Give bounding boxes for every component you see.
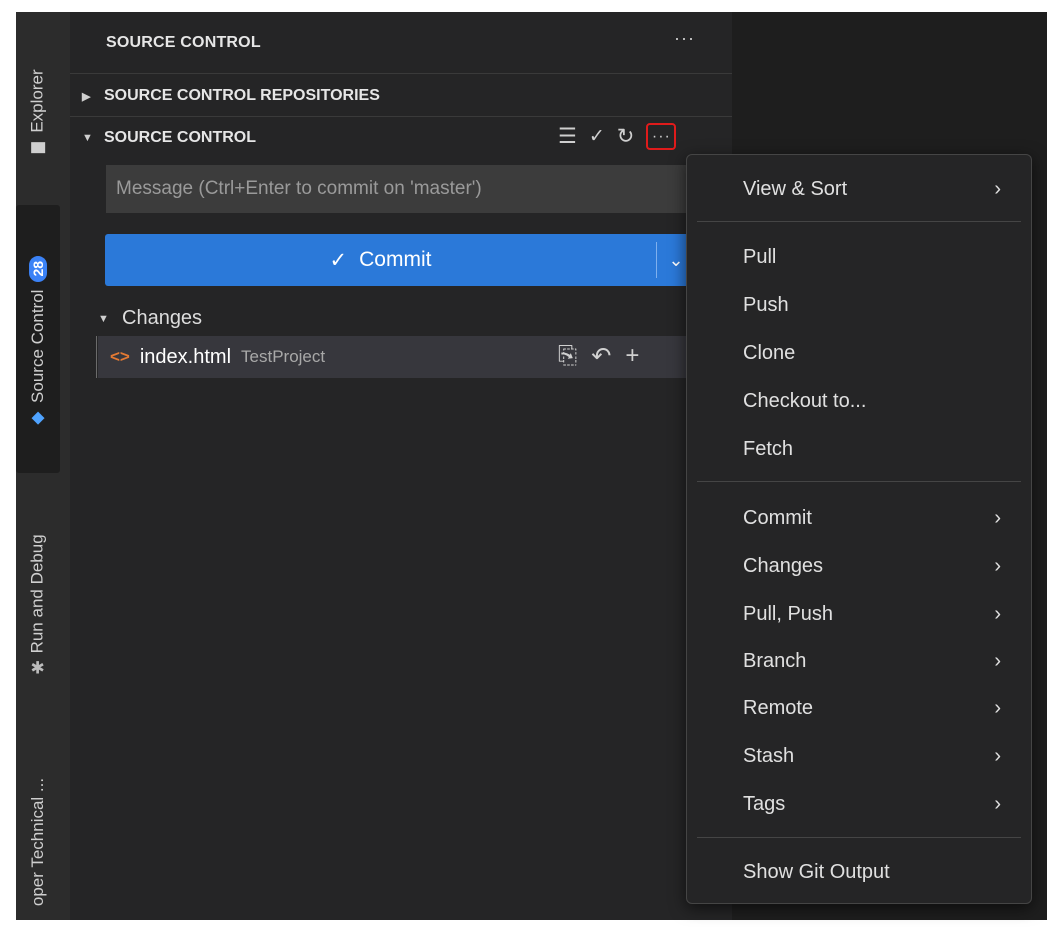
chevron-right-icon: ▶ xyxy=(82,90,91,103)
ellipsis-icon[interactable]: ··· xyxy=(646,123,677,150)
chevron-right-icon: › xyxy=(994,177,1001,200)
chevron-right-icon: › xyxy=(994,696,1001,719)
chevron-right-icon: › xyxy=(994,649,1001,672)
activity-bar: Explorer ◆ Source Control 28 ✱ Run and D… xyxy=(16,12,70,920)
activity-explorer-label: Explorer xyxy=(28,69,47,133)
menu-item-view-sort[interactable]: View & Sort › xyxy=(687,167,1031,211)
html-file-icon: <> xyxy=(110,347,130,366)
more-actions-menu: View & Sort › Pull Push Clone Checkout t… xyxy=(686,154,1032,904)
menu-item-label: Checkout to... xyxy=(743,389,867,412)
activity-explorer[interactable]: Explorer xyxy=(16,52,60,172)
sidebar-title: SOURCE CONTROL xyxy=(106,34,261,51)
menu-item-label: Stash xyxy=(743,744,795,767)
file-path: TestProject xyxy=(241,347,326,366)
check-icon: ✓ xyxy=(329,248,348,272)
source-control-section-label: SOURCE CONTROL xyxy=(104,129,256,146)
file-actions: ⎘ ↶ + xyxy=(558,342,639,371)
menu-item-pull-push[interactable]: Pull, Push › xyxy=(687,592,1031,636)
menu-item-push[interactable]: Push xyxy=(687,283,1031,327)
menu-item-label: Pull xyxy=(743,245,777,268)
menu-item-show-git-output[interactable]: Show Git Output xyxy=(687,850,1031,894)
commit-button-group: ✓ Commit ⌄ xyxy=(105,234,695,286)
menu-item-label: Pull, Push xyxy=(743,602,834,625)
chevron-right-icon: › xyxy=(994,554,1001,577)
source-control-icon: ◆ xyxy=(31,406,45,426)
refresh-icon[interactable]: ↻ xyxy=(617,124,635,149)
menu-item-pull[interactable]: Pull xyxy=(687,235,1031,279)
chevron-down-icon: ▼ xyxy=(98,312,109,325)
menu-item-label: Fetch xyxy=(743,437,794,460)
tree-guide xyxy=(96,336,97,378)
section-toolbar: ☰ ✓ ↻ ··· xyxy=(558,123,677,150)
activity-run-debug[interactable]: ✱ Run and Debug xyxy=(16,497,60,712)
source-control-section-header[interactable]: ▼ SOURCE CONTROL xyxy=(82,129,256,147)
go-to-file-icon[interactable]: ⎘ xyxy=(558,342,577,371)
changes-label: Changes xyxy=(122,307,203,329)
check-icon[interactable]: ✓ xyxy=(589,125,605,148)
bug-icon: ✱ xyxy=(30,658,46,678)
repositories-section-label: SOURCE CONTROL REPOSITORIES xyxy=(104,87,380,104)
source-control-badge: 28 xyxy=(29,255,48,282)
divider xyxy=(70,73,732,74)
commit-button[interactable]: ✓ Commit xyxy=(105,234,656,286)
activity-run-debug-label: Run and Debug xyxy=(28,533,47,653)
menu-item-clone[interactable]: Clone xyxy=(687,331,1031,375)
menu-item-fetch[interactable]: Fetch xyxy=(687,427,1031,471)
menu-item-stash[interactable]: Stash › xyxy=(687,734,1031,778)
menu-separator xyxy=(697,481,1021,482)
commit-message-input[interactable] xyxy=(106,165,696,213)
menu-separator xyxy=(697,837,1021,838)
chevron-right-icon: › xyxy=(994,506,1001,529)
menu-item-label: Show Git Output xyxy=(743,860,890,883)
menu-item-checkout[interactable]: Checkout to... xyxy=(687,379,1031,423)
chevron-right-icon: › xyxy=(994,744,1001,767)
changed-file-row[interactable]: <> index.html TestProject ⎘ ↶ + xyxy=(96,336,688,378)
menu-item-tags[interactable]: Tags › xyxy=(687,782,1031,826)
menu-item-label: Branch xyxy=(743,649,807,672)
menu-separator xyxy=(697,221,1021,222)
menu-item-changes[interactable]: Changes › xyxy=(687,544,1031,588)
menu-item-label: Commit xyxy=(743,506,812,529)
menu-item-commit[interactable]: Commit › xyxy=(687,496,1031,540)
repositories-section-header[interactable]: ▶ SOURCE CONTROL REPOSITORIES xyxy=(82,87,380,105)
plus-icon[interactable]: + xyxy=(625,342,639,371)
commit-button-label: Commit xyxy=(359,248,432,271)
file-name: index.html xyxy=(139,345,232,368)
menu-item-branch[interactable]: Branch › xyxy=(687,639,1031,683)
activity-extension-label: oper Technical ... xyxy=(28,777,47,907)
chevron-right-icon: › xyxy=(994,792,1001,815)
menu-item-label: Clone xyxy=(743,341,796,364)
list-tree-icon[interactable]: ☰ xyxy=(558,124,577,149)
activity-extension-view[interactable]: oper Technical ... xyxy=(16,757,60,927)
divider xyxy=(70,116,732,117)
activity-source-control-label: Source Control xyxy=(28,289,48,403)
menu-item-label: Remote xyxy=(743,696,814,719)
activity-source-control[interactable]: ◆ Source Control 28 xyxy=(16,212,60,467)
menu-item-label: Changes xyxy=(743,554,824,577)
menu-item-label: View & Sort xyxy=(743,177,848,200)
menu-item-label: Tags xyxy=(743,792,786,815)
discard-icon[interactable]: ↶ xyxy=(591,342,611,371)
menu-item-label: Push xyxy=(743,293,789,316)
changes-group-header[interactable]: ▼ Changes xyxy=(98,307,202,330)
chevron-down-icon: ▼ xyxy=(82,132,93,144)
menu-item-remote[interactable]: Remote › xyxy=(687,686,1031,730)
sidebar-more-icon[interactable]: ··· xyxy=(674,28,695,49)
chevron-right-icon: › xyxy=(994,602,1001,625)
folder-icon xyxy=(31,142,45,154)
source-control-sidebar: SOURCE CONTROL ··· ▶ SOURCE CONTROL REPO… xyxy=(70,12,732,920)
chevron-down-icon: ⌄ xyxy=(668,249,684,270)
